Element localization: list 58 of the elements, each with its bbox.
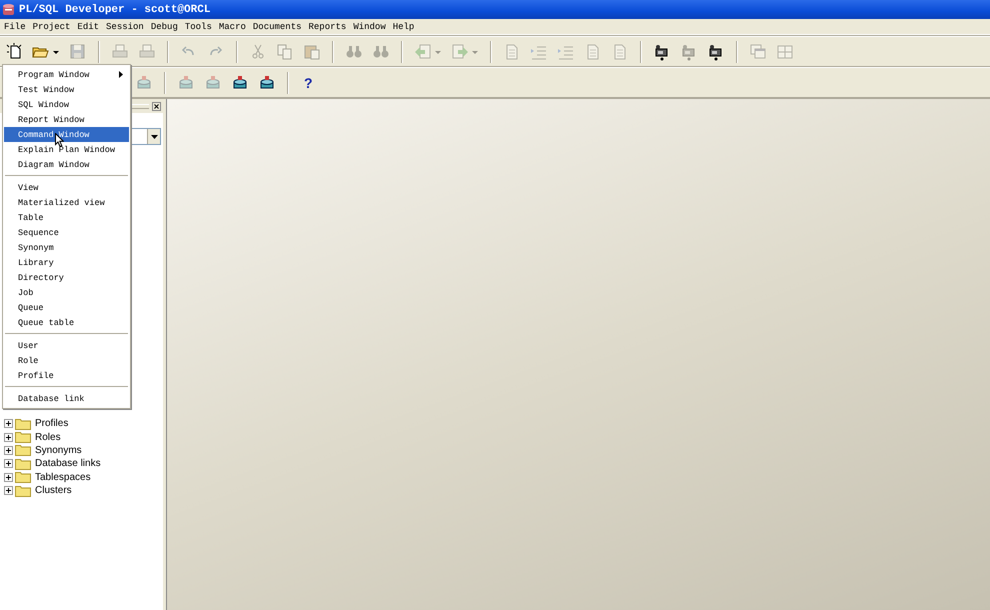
menu-item[interactable]: Diagram Window — [4, 157, 129, 172]
help-button[interactable]: ? — [300, 74, 317, 90]
database-icon[interactable] — [231, 74, 249, 92]
menu-item[interactable]: Edit — [77, 22, 100, 32]
menu-item[interactable]: Debug — [150, 22, 178, 32]
menu-item[interactable]: Profile — [4, 368, 129, 383]
menu-item[interactable]: Command Window — [4, 127, 129, 142]
expand-icon[interactable] — [4, 472, 13, 482]
expand-icon[interactable] — [4, 419, 13, 428]
page-icon[interactable] — [5, 42, 23, 60]
folder-icon — [15, 458, 31, 470]
menu-item[interactable]: Project — [32, 22, 70, 32]
folder-icon — [15, 418, 31, 430]
tree-item[interactable]: Synonyms — [33, 444, 82, 456]
database-icon — [2, 3, 15, 16]
menu-item[interactable]: User — [4, 338, 129, 353]
tree-item[interactable]: Profiles — [33, 418, 68, 430]
menu-item[interactable]: Database link — [4, 391, 129, 406]
database-icon[interactable] — [258, 74, 276, 92]
window-title: PL/SQL Developer - scott@ORCL — [19, 4, 210, 16]
folder-icon — [15, 444, 31, 456]
folder-icon — [15, 484, 31, 497]
menu-item[interactable]: Session — [106, 22, 144, 32]
expand-icon[interactable] — [4, 432, 13, 442]
tree-item[interactable]: Roles — [33, 432, 61, 443]
menu-item[interactable]: Documents — [252, 22, 302, 32]
menu-item[interactable]: Explain Plan Window — [4, 142, 129, 157]
menu-item[interactable]: File — [4, 22, 26, 32]
dropdown-arrow-icon[interactable] — [150, 134, 158, 138]
menu-item[interactable]: Library — [4, 255, 129, 270]
menu-item[interactable]: Queue table — [4, 315, 129, 330]
menu-item[interactable]: Queue — [4, 300, 129, 315]
menu-item[interactable]: SQL Window — [4, 97, 129, 112]
expand-icon[interactable] — [4, 486, 13, 496]
tree-item[interactable]: Tablespaces — [33, 472, 91, 483]
menu-item[interactable]: Program Window — [4, 67, 129, 82]
menu-item[interactable]: Test Window — [4, 82, 129, 97]
menu-item[interactable]: Help — [392, 22, 414, 32]
menu-item[interactable]: Table — [4, 210, 129, 225]
menu-item[interactable]: Macro — [218, 22, 246, 32]
folder-icon — [15, 431, 31, 444]
menu-item[interactable]: Sequence — [4, 225, 129, 240]
menu-item[interactable]: Materialized view — [4, 195, 129, 210]
expand-icon[interactable] — [4, 459, 13, 468]
menu-item[interactable]: Report Window — [4, 112, 129, 127]
expand-icon[interactable] — [4, 446, 13, 455]
close-icon[interactable] — [152, 102, 161, 110]
folder-icon — [15, 471, 31, 484]
menu-item[interactable]: Reports — [308, 22, 346, 32]
tree-item[interactable]: Database links — [33, 458, 101, 470]
menu-item[interactable]: Role — [4, 353, 129, 368]
menu-item[interactable]: Synonym — [4, 240, 129, 255]
menu-item[interactable]: Window — [353, 22, 386, 32]
tree-item[interactable]: Clusters — [33, 485, 72, 496]
menu-item[interactable]: Tools — [184, 22, 212, 32]
menu-item[interactable]: Job — [4, 285, 129, 300]
menu-item[interactable]: Directory — [4, 270, 129, 285]
menu-item[interactable]: View — [4, 180, 129, 195]
